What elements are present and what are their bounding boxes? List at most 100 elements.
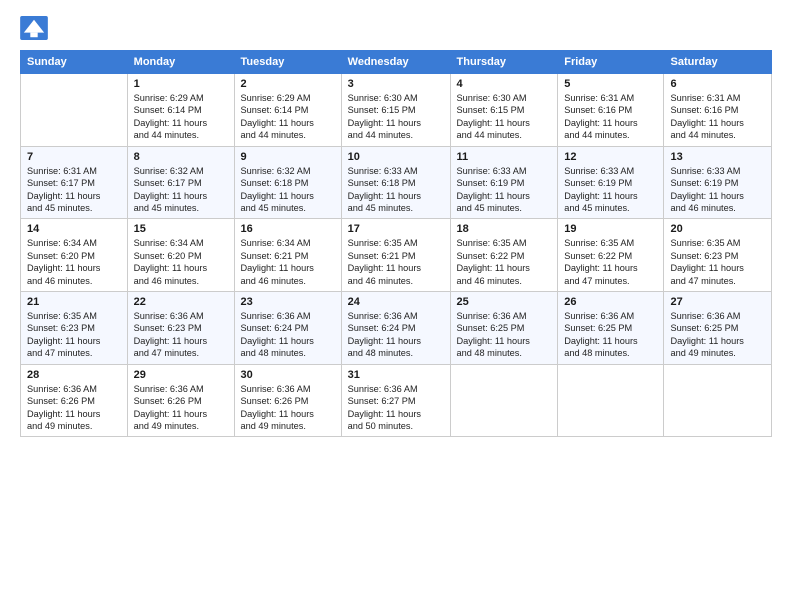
calendar-cell: 17 Sunrise: 6:35 AM Sunset: 6:21 PM Dayli… (341, 219, 450, 292)
day-info: Sunrise: 6:30 AM Sunset: 6:15 PM Dayligh… (348, 92, 444, 142)
day-info: Sunrise: 6:33 AM Sunset: 6:19 PM Dayligh… (670, 165, 765, 215)
day-info: Sunrise: 6:29 AM Sunset: 6:14 PM Dayligh… (241, 92, 335, 142)
header-row: SundayMondayTuesdayWednesdayThursdayFrid… (21, 51, 772, 74)
day-info: Sunrise: 6:36 AM Sunset: 6:24 PM Dayligh… (348, 310, 444, 360)
day-info: Sunrise: 6:36 AM Sunset: 6:23 PM Dayligh… (134, 310, 228, 360)
day-number: 2 (241, 78, 335, 90)
day-info: Sunrise: 6:36 AM Sunset: 6:26 PM Dayligh… (27, 383, 121, 433)
calendar-cell (21, 74, 128, 147)
day-number: 13 (670, 151, 765, 163)
calendar-cell: 25 Sunrise: 6:36 AM Sunset: 6:25 PM Dayli… (450, 292, 558, 365)
day-number: 5 (564, 78, 657, 90)
calendar-cell: 24 Sunrise: 6:36 AM Sunset: 6:24 PM Dayli… (341, 292, 450, 365)
calendar-cell: 4 Sunrise: 6:30 AM Sunset: 6:15 PM Daylig… (450, 74, 558, 147)
col-header-saturday: Saturday (664, 51, 772, 74)
day-info: Sunrise: 6:34 AM Sunset: 6:20 PM Dayligh… (27, 237, 121, 287)
calendar-cell: 14Sunrise: 6:34 AM Sunset: 6:20 PM Dayli… (21, 219, 128, 292)
calendar-cell: 7 Sunrise: 6:31 AM Sunset: 6:17 PM Daylig… (21, 146, 128, 219)
calendar-cell: 15Sunrise: 6:34 AM Sunset: 6:20 PM Dayli… (127, 219, 234, 292)
col-header-tuesday: Tuesday (234, 51, 341, 74)
day-info: Sunrise: 6:33 AM Sunset: 6:19 PM Dayligh… (457, 165, 552, 215)
day-info: Sunrise: 6:35 AM Sunset: 6:22 PM Dayligh… (564, 237, 657, 287)
day-number: 11 (457, 151, 552, 163)
day-info: Sunrise: 6:35 AM Sunset: 6:23 PM Dayligh… (670, 237, 765, 287)
day-info: Sunrise: 6:35 AM Sunset: 6:23 PM Dayligh… (27, 310, 121, 360)
calendar-cell: 19 Sunrise: 6:35 AM Sunset: 6:22 PM Dayli… (558, 219, 664, 292)
col-header-wednesday: Wednesday (341, 51, 450, 74)
day-info: Sunrise: 6:36 AM Sunset: 6:24 PM Dayligh… (241, 310, 335, 360)
calendar-cell: 16Sunrise: 6:34 AM Sunset: 6:21 PM Dayli… (234, 219, 341, 292)
calendar-cell: 6 Sunrise: 6:31 AM Sunset: 6:16 PM Daylig… (664, 74, 772, 147)
day-info: Sunrise: 6:33 AM Sunset: 6:19 PM Dayligh… (564, 165, 657, 215)
day-number: 9 (241, 151, 335, 163)
week-row-3: 14Sunrise: 6:34 AM Sunset: 6:20 PM Dayli… (21, 219, 772, 292)
day-number: 27 (670, 296, 765, 308)
day-info: Sunrise: 6:36 AM Sunset: 6:26 PM Dayligh… (241, 383, 335, 433)
calendar-cell: 13 Sunrise: 6:33 AM Sunset: 6:19 PM Dayli… (664, 146, 772, 219)
col-header-thursday: Thursday (450, 51, 558, 74)
calendar-cell: 9 Sunrise: 6:32 AM Sunset: 6:18 PM Daylig… (234, 146, 341, 219)
calendar-cell: 26 Sunrise: 6:36 AM Sunset: 6:25 PM Dayli… (558, 292, 664, 365)
day-info: Sunrise: 6:35 AM Sunset: 6:21 PM Dayligh… (348, 237, 444, 287)
day-info: Sunrise: 6:31 AM Sunset: 6:17 PM Dayligh… (27, 165, 121, 215)
day-number: 16 (241, 223, 335, 235)
day-number: 30 (241, 369, 335, 381)
day-info: Sunrise: 6:35 AM Sunset: 6:22 PM Dayligh… (457, 237, 552, 287)
col-header-sunday: Sunday (21, 51, 128, 74)
day-number: 10 (348, 151, 444, 163)
calendar-cell: 31 Sunrise: 6:36 AM Sunset: 6:27 PM Dayli… (341, 364, 450, 437)
calendar-cell: 18Sunrise: 6:35 AM Sunset: 6:22 PM Dayli… (450, 219, 558, 292)
calendar-cell: 21 Sunrise: 6:35 AM Sunset: 6:23 PM Dayli… (21, 292, 128, 365)
day-info: Sunrise: 6:36 AM Sunset: 6:26 PM Dayligh… (134, 383, 228, 433)
day-info: Sunrise: 6:36 AM Sunset: 6:25 PM Dayligh… (457, 310, 552, 360)
week-row-2: 7 Sunrise: 6:31 AM Sunset: 6:17 PM Daylig… (21, 146, 772, 219)
day-number: 1 (134, 78, 228, 90)
calendar-cell: 20 Sunrise: 6:35 AM Sunset: 6:23 PM Dayli… (664, 219, 772, 292)
day-number: 17 (348, 223, 444, 235)
day-info: Sunrise: 6:31 AM Sunset: 6:16 PM Dayligh… (670, 92, 765, 142)
col-header-friday: Friday (558, 51, 664, 74)
day-number: 24 (348, 296, 444, 308)
logo-icon (20, 16, 48, 40)
day-number: 29 (134, 369, 228, 381)
day-number: 21 (27, 296, 121, 308)
calendar-cell: 10 Sunrise: 6:33 AM Sunset: 6:18 PM Dayli… (341, 146, 450, 219)
calendar-cell (450, 364, 558, 437)
day-number: 7 (27, 151, 121, 163)
day-number: 20 (670, 223, 765, 235)
day-info: Sunrise: 6:34 AM Sunset: 6:20 PM Dayligh… (134, 237, 228, 287)
day-info: Sunrise: 6:33 AM Sunset: 6:18 PM Dayligh… (348, 165, 444, 215)
day-number: 12 (564, 151, 657, 163)
day-info: Sunrise: 6:30 AM Sunset: 6:15 PM Dayligh… (457, 92, 552, 142)
day-number: 25 (457, 296, 552, 308)
calendar-cell (664, 364, 772, 437)
day-number: 31 (348, 369, 444, 381)
day-number: 3 (348, 78, 444, 90)
day-number: 22 (134, 296, 228, 308)
calendar-cell: 11 Sunrise: 6:33 AM Sunset: 6:19 PM Dayli… (450, 146, 558, 219)
day-info: Sunrise: 6:36 AM Sunset: 6:25 PM Dayligh… (564, 310, 657, 360)
day-number: 28 (27, 369, 121, 381)
calendar-cell: 2 Sunrise: 6:29 AM Sunset: 6:14 PM Daylig… (234, 74, 341, 147)
week-row-1: 1 Sunrise: 6:29 AM Sunset: 6:14 PM Daylig… (21, 74, 772, 147)
day-info: Sunrise: 6:29 AM Sunset: 6:14 PM Dayligh… (134, 92, 228, 142)
day-number: 4 (457, 78, 552, 90)
calendar-cell: 22 Sunrise: 6:36 AM Sunset: 6:23 PM Dayli… (127, 292, 234, 365)
day-info: Sunrise: 6:36 AM Sunset: 6:27 PM Dayligh… (348, 383, 444, 433)
day-number: 26 (564, 296, 657, 308)
day-info: Sunrise: 6:36 AM Sunset: 6:25 PM Dayligh… (670, 310, 765, 360)
calendar-table: SundayMondayTuesdayWednesdayThursdayFrid… (20, 50, 772, 437)
day-info: Sunrise: 6:32 AM Sunset: 6:17 PM Dayligh… (134, 165, 228, 215)
calendar-cell: 5Sunrise: 6:31 AM Sunset: 6:16 PM Daylig… (558, 74, 664, 147)
col-header-monday: Monday (127, 51, 234, 74)
calendar-cell: 27 Sunrise: 6:36 AM Sunset: 6:25 PM Dayli… (664, 292, 772, 365)
day-info: Sunrise: 6:32 AM Sunset: 6:18 PM Dayligh… (241, 165, 335, 215)
calendar-cell: 3 Sunrise: 6:30 AM Sunset: 6:15 PM Daylig… (341, 74, 450, 147)
page: SundayMondayTuesdayWednesdayThursdayFrid… (0, 0, 792, 612)
header (20, 16, 772, 40)
calendar-cell: 28 Sunrise: 6:36 AM Sunset: 6:26 PM Dayli… (21, 364, 128, 437)
day-number: 6 (670, 78, 765, 90)
calendar-cell: 1 Sunrise: 6:29 AM Sunset: 6:14 PM Daylig… (127, 74, 234, 147)
day-number: 19 (564, 223, 657, 235)
calendar-cell: 29 Sunrise: 6:36 AM Sunset: 6:26 PM Dayli… (127, 364, 234, 437)
